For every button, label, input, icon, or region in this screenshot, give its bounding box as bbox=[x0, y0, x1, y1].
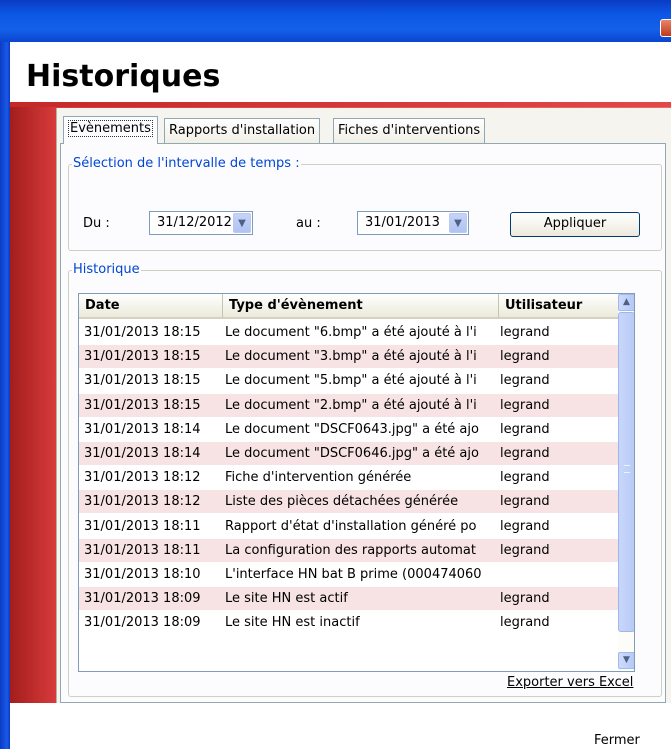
date-cell: 31/01/2013 18:14 bbox=[84, 421, 201, 437]
chevron-down-icon[interactable]: ▼ bbox=[233, 213, 251, 233]
window-frame-left bbox=[0, 42, 10, 749]
user-cell: legrand bbox=[500, 542, 550, 558]
table-row[interactable]: 31/01/2013 18:09 Le site HN est actif legr… bbox=[79, 587, 618, 611]
scrollbar-thumb[interactable] bbox=[618, 312, 634, 632]
table-row[interactable]: 31/01/2013 18:15 Le document "2.bmp" a ét… bbox=[79, 393, 618, 417]
table-row[interactable]: 31/01/2013 18:09 Le site HN est inactif le… bbox=[79, 611, 618, 634]
list-header: Date Type d'évènement Utilisateur bbox=[79, 294, 618, 319]
table-row[interactable]: 31/01/2013 18:14 Le document "DSCF0643.jp… bbox=[79, 418, 618, 441]
from-label: Du : bbox=[83, 216, 110, 231]
user-cell: legrand bbox=[500, 518, 550, 534]
chevron-down-icon[interactable]: ▼ bbox=[449, 213, 467, 233]
arrow-down-icon[interactable]: ▼ bbox=[618, 652, 634, 669]
date-cell: 31/01/2013 18:15 bbox=[84, 373, 201, 389]
date-cell: 31/01/2013 18:15 bbox=[84, 397, 201, 413]
tab-fiches-interventions[interactable]: Fiches d'interventions bbox=[333, 118, 486, 143]
table-row[interactable]: 31/01/2013 18:11 Rapport d'état d'install… bbox=[79, 515, 618, 538]
table-row[interactable]: 31/01/2013 18:14 Le document "DSCF0646.jp… bbox=[79, 442, 618, 465]
close-button[interactable]: Fermer bbox=[594, 733, 640, 748]
vertical-scrollbar[interactable]: ▲ ▼ bbox=[618, 294, 634, 671]
date-cell: 31/01/2013 18:11 bbox=[84, 542, 201, 558]
column-header-user[interactable]: Utilisateur bbox=[499, 294, 618, 318]
user-cell: legrand bbox=[500, 470, 550, 486]
table-row[interactable]: 31/01/2013 18:15 Le document "3.bmp" a ét… bbox=[79, 345, 618, 369]
date-cell: 31/01/2013 18:15 bbox=[84, 349, 201, 365]
tab-evenements-label: Evènements bbox=[68, 120, 153, 137]
arrow-up-icon[interactable]: ▲ bbox=[618, 294, 634, 311]
grip-icon bbox=[624, 465, 630, 473]
table-row[interactable]: 31/01/2013 18:11 La configuration des rap… bbox=[79, 538, 618, 562]
tab-content: Sélection de l'intervalle de temps : Du … bbox=[60, 143, 666, 703]
tab-evenements[interactable]: Evènements bbox=[63, 116, 158, 144]
user-cell: legrand bbox=[500, 421, 550, 437]
date-cell: 31/01/2013 18:12 bbox=[84, 470, 201, 486]
table-row[interactable]: 31/01/2013 18:15 Le document "6.bmp" a ét… bbox=[79, 321, 618, 344]
export-excel-link[interactable]: Exporter vers Excel bbox=[507, 675, 633, 690]
type-cell: Le document "3.bmp" a été ajouté à l'i bbox=[225, 349, 477, 365]
date-cell: 31/01/2013 18:10 bbox=[84, 567, 201, 582]
type-cell: Le document "2.bmp" a été ajouté à l'i bbox=[225, 397, 477, 413]
type-cell: Le site HN est inactif bbox=[225, 615, 360, 631]
column-header-type[interactable]: Type d'évènement bbox=[223, 294, 499, 318]
user-cell: legrand bbox=[500, 591, 550, 607]
type-cell: Le document "DSCF0646.jpg" a été ajo bbox=[225, 446, 479, 461]
to-label: au : bbox=[296, 216, 321, 231]
user-cell: legrand bbox=[500, 494, 550, 510]
history-list[interactable]: Date Type d'évènement Utilisateur 31/01/… bbox=[78, 293, 635, 672]
from-date-combo[interactable]: 31/12/2012 ▼ bbox=[149, 211, 253, 235]
to-date-combo[interactable]: 31/01/2013 ▼ bbox=[357, 211, 469, 235]
date-cell: 31/01/2013 18:09 bbox=[84, 591, 201, 607]
window-close-button[interactable] bbox=[660, 19, 671, 37]
to-date-value: 31/01/2013 bbox=[365, 215, 440, 230]
date-cell: 31/01/2013 18:11 bbox=[84, 518, 201, 534]
user-cell: legrand bbox=[500, 446, 550, 461]
type-cell: La configuration des rapports automat bbox=[225, 542, 476, 558]
column-header-date[interactable]: Date bbox=[79, 294, 223, 318]
type-cell: Le document "6.bmp" a été ajouté à l'i bbox=[225, 325, 477, 340]
tab-rapports-installation[interactable]: Rapports d'installation bbox=[164, 118, 321, 143]
user-cell: legrand bbox=[500, 349, 550, 365]
type-cell: Le document "DSCF0643.jpg" a été ajo bbox=[225, 421, 479, 437]
from-date-value: 31/12/2012 bbox=[157, 215, 232, 230]
user-cell: legrand bbox=[500, 373, 550, 389]
history-legend: Historique bbox=[72, 262, 141, 277]
table-row[interactable]: 31/01/2013 18:10 L'interface HN bat B pri… bbox=[79, 563, 618, 586]
table-row[interactable]: 31/01/2013 18:12 Fiche d'intervention gén… bbox=[79, 466, 618, 489]
date-cell: 31/01/2013 18:09 bbox=[84, 615, 201, 631]
date-cell: 31/01/2013 18:12 bbox=[84, 494, 201, 510]
type-cell: Le document "5.bmp" a été ajouté à l'i bbox=[225, 373, 477, 389]
page-title: Historiques bbox=[26, 59, 221, 94]
time-range-group: Sélection de l'intervalle de temps : Du … bbox=[68, 156, 662, 251]
footer: Fermer bbox=[10, 703, 671, 749]
date-cell: 31/01/2013 18:15 bbox=[84, 325, 201, 340]
history-panel: Sélection de l'intervalle de temps : Du … bbox=[56, 108, 671, 711]
apply-button[interactable]: Appliquer bbox=[510, 212, 640, 237]
user-cell: legrand bbox=[500, 325, 550, 340]
type-cell: Le site HN est actif bbox=[225, 591, 348, 607]
type-cell: Liste des pièces détachées générée bbox=[225, 494, 459, 510]
user-cell: legrand bbox=[500, 615, 550, 631]
date-cell: 31/01/2013 18:14 bbox=[84, 446, 201, 461]
user-cell: legrand bbox=[500, 397, 550, 413]
table-row[interactable]: 31/01/2013 18:12 Liste des pièces détaché… bbox=[79, 490, 618, 514]
window-titlebar bbox=[0, 0, 671, 42]
type-cell: Fiche d'intervention générée bbox=[225, 470, 412, 486]
type-cell: Rapport d'état d'installation généré po bbox=[225, 518, 477, 534]
time-range-legend: Sélection de l'intervalle de temps : bbox=[72, 156, 301, 171]
table-row[interactable]: 31/01/2013 18:15 Le document "5.bmp" a ét… bbox=[79, 369, 618, 392]
type-cell: L'interface HN bat B prime (000474060 bbox=[225, 567, 482, 582]
